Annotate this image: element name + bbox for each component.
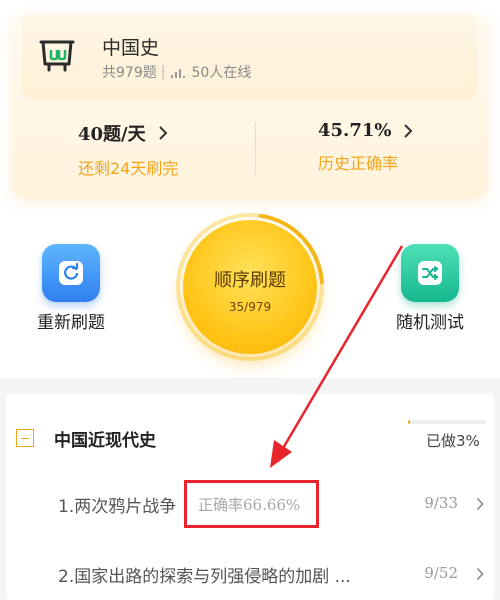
section-title: 1.两次鸦片战争	[58, 497, 177, 517]
chapter-progress-bar	[408, 420, 486, 424]
sequential-practice-label: 顺序刷题	[214, 270, 286, 291]
chevron-right-icon	[404, 123, 413, 138]
chapter-progress-fill	[408, 420, 411, 424]
shuffle-icon-box	[401, 244, 459, 302]
sequential-progress: 35/979	[228, 300, 272, 314]
chevron-right-icon	[476, 567, 484, 581]
online-count: 50人在线	[191, 65, 252, 81]
daily-goal-label: 还剩24天刷完	[78, 159, 179, 178]
daily-goal-stat[interactable]: 40题/天 还剩24天刷完	[78, 120, 278, 179]
subject-meta: 共979题 | 50人在线	[102, 62, 251, 82]
meta-divider: |	[160, 64, 166, 80]
collapse-icon[interactable]	[16, 429, 34, 447]
daily-goal-value: 40题/天	[78, 124, 146, 145]
chevron-right-icon	[158, 126, 168, 140]
accuracy-stat[interactable]: 45.71% 历史正确率	[318, 120, 500, 174]
section-title: 2.国家出路的探索与列强侵略的加剧 ...	[58, 567, 351, 587]
stat-divider	[255, 122, 256, 174]
shuffle-icon	[418, 261, 442, 285]
subject-book-icon	[39, 40, 75, 72]
chevron-right-icon	[476, 497, 484, 511]
accuracy-value: 45.71%	[318, 120, 392, 141]
refresh-icon	[59, 261, 83, 285]
question-count: 共979题	[102, 65, 157, 81]
section-count: 9/52	[424, 564, 458, 582]
chapter-done-text: 已做3%	[426, 432, 480, 450]
section-count: 9/33	[424, 494, 458, 512]
reset-practice-button[interactable]: 重新刷题	[32, 244, 110, 333]
signal-icon	[171, 68, 186, 78]
reset-practice-label: 重新刷题	[37, 313, 105, 333]
random-test-button[interactable]: 随机测试	[390, 244, 470, 333]
subject-header	[22, 14, 478, 100]
section-row[interactable]: 2.国家出路的探索与列强侵略的加剧 ... 9/52	[58, 560, 488, 590]
random-test-label: 随机测试	[396, 313, 464, 333]
accuracy-label: 历史正确率	[318, 154, 399, 173]
refresh-icon-box	[42, 244, 100, 302]
annotation-highlight-box	[184, 480, 319, 528]
sequential-practice-button[interactable]: 顺序刷题 35/979	[183, 220, 317, 354]
chapter-title[interactable]: 中国近现代史	[54, 426, 156, 451]
stats-panel: 40题/天 还剩24天刷完 45.71% 历史正确率	[12, 100, 488, 198]
subject-title: 中国史	[102, 37, 160, 59]
